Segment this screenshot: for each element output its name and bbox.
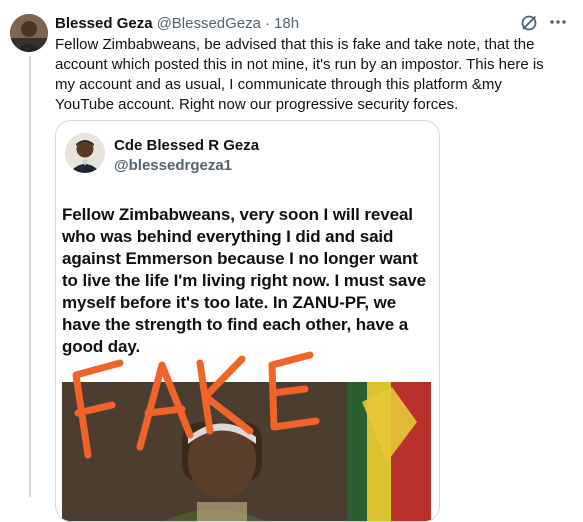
quoted-author-handle: @blessedrgeza1: [114, 157, 233, 174]
author-handle[interactable]: @BlessedGeza: [157, 15, 261, 32]
separator-dot: ·: [265, 14, 271, 32]
grok-icon[interactable]: [519, 13, 539, 33]
tweet-text: Fellow Zimbabweans, be advised that this…: [55, 36, 544, 113]
fake-scribble-overlay: [72, 351, 320, 459]
author-name[interactable]: Blessed Geza: [55, 15, 153, 32]
quoted-author-avatar: [65, 133, 105, 173]
more-options-icon[interactable]: [547, 11, 569, 33]
thread-line: [29, 56, 31, 497]
timestamp[interactable]: 18h: [274, 15, 299, 32]
author-avatar[interactable]: [10, 14, 48, 52]
quoted-author-name: Cde Blessed R Geza: [114, 137, 260, 154]
tweet-header: Blessed Geza @BlessedGeza · 18h: [55, 13, 571, 33]
